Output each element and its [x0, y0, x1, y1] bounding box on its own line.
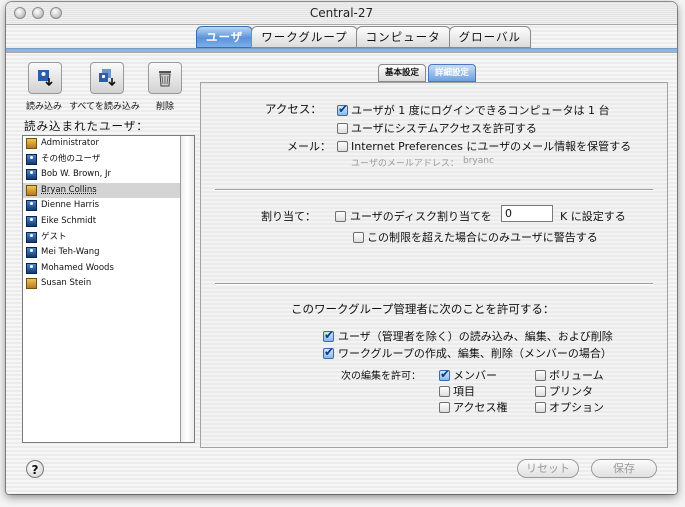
help-button[interactable]: ? — [26, 460, 44, 478]
user-name: Administrator — [41, 138, 99, 148]
user-icon — [26, 153, 37, 165]
user-icon — [26, 200, 37, 212]
workgroup-admin-heading: このワークグループ管理者に次のことを許可する： — [291, 302, 555, 316]
separator — [215, 283, 653, 285]
printers-checkbox[interactable] — [535, 386, 546, 397]
user-list-item[interactable]: ゲスト — [23, 230, 194, 246]
user-list-item[interactable]: Administrator — [23, 136, 194, 152]
tab-advanced-settings[interactable]: 詳細設定 — [428, 64, 477, 82]
edit-users-label: ユーザ（管理者を除く）の読み込み、編集、および削除 — [338, 330, 613, 343]
options-checkbox[interactable] — [535, 402, 546, 413]
user-name: Eike Schmidt — [41, 215, 97, 226]
main-tabs: ユーザ ワークグループ コンピュータ グローバル — [196, 26, 532, 48]
user-list-item[interactable]: その他のユーザ — [23, 152, 194, 168]
access-privileges-label: アクセス権 — [453, 401, 508, 414]
members-checkbox[interactable] — [439, 367, 450, 381]
user-list-scrollbar[interactable] — [180, 136, 194, 442]
members-label: メンバー — [453, 369, 497, 382]
load-all-label: すべてを読み込み — [69, 102, 140, 112]
delete-button[interactable] — [148, 62, 182, 94]
mail-label: メール： — [287, 140, 331, 153]
printers-label: プリンタ — [549, 385, 593, 398]
user-name: Mohamed Woods — [41, 262, 114, 273]
store-mail-info-label: Internet Preferences にユーザのメール情報を保管する — [351, 140, 632, 153]
user-list-item[interactable]: Bob W. Brown, Jr — [23, 167, 194, 183]
admin-icon — [26, 138, 37, 149]
store-mail-info-checkbox[interactable] — [337, 141, 348, 152]
tab-users[interactable]: ユーザ — [196, 26, 254, 48]
items-label: 項目 — [453, 385, 475, 398]
user-name: その他のユーザ — [41, 153, 101, 164]
tab-basic-settings[interactable]: 基本設定 — [378, 64, 427, 82]
volumes-label: ボリューム — [549, 369, 604, 382]
separator — [215, 189, 653, 191]
tab-global[interactable]: グローバル — [448, 26, 532, 48]
user-list-item[interactable]: Eike Schmidt — [23, 214, 194, 230]
user-list-item[interactable]: Mei Teh-Wang — [23, 245, 194, 261]
load-button[interactable] — [28, 62, 62, 94]
user-icon — [26, 231, 37, 243]
quota-label: 割り当て： — [261, 210, 316, 223]
load-label: 読み込み — [26, 102, 63, 112]
tab-computers[interactable]: コンピュータ — [355, 26, 451, 48]
user-list-item[interactable]: Mohamed Woods — [23, 261, 194, 277]
user-list-item[interactable]: Susan Stein — [23, 276, 194, 292]
edit-workgroups-label: ワークグループの作成、編集、削除（メンバーの場合） — [338, 347, 612, 360]
window-title: Central-27 — [309, 6, 374, 20]
system-access-checkbox[interactable] — [337, 123, 348, 134]
disk-quota-checkbox[interactable] — [335, 211, 346, 222]
user-name: ゲスト — [41, 231, 67, 242]
edit-users-checkbox[interactable] — [323, 328, 334, 342]
quota-warn-checkbox[interactable] — [353, 232, 364, 243]
user-name: Dienne Harris — [41, 200, 100, 211]
disk-quota-label: ユーザのディスク割り当てを — [350, 210, 492, 223]
user-list[interactable]: Administrator その他のユーザ Bob W. Brown, Jr Brya… — [22, 135, 195, 443]
load-all-users-icon — [99, 69, 116, 87]
items-checkbox[interactable] — [439, 386, 450, 397]
options-label: オプション — [549, 401, 604, 414]
allow-edit-label: 次の編集を許可： — [341, 371, 421, 382]
one-computer-checkbox[interactable] — [337, 102, 348, 116]
user-icon — [26, 169, 37, 181]
disk-quota-suffix: K に設定する — [560, 210, 626, 223]
user-name: Bob W. Brown, Jr — [41, 169, 112, 180]
system-access-label: ユーザにシステムアクセスを許可する — [351, 122, 537, 135]
quota-warn-label: この制限を超えた場合にのみユーザに警告する — [367, 231, 598, 244]
mail-address-value: bryanc — [463, 156, 494, 166]
disk-quota-field[interactable]: 0 — [501, 205, 553, 222]
user-list-item[interactable]: Bryan Collins — [23, 182, 194, 199]
access-label: アクセス： — [265, 102, 322, 116]
user-name: Bryan Collins — [41, 184, 97, 195]
edit-workgroups-checkbox[interactable] — [323, 345, 334, 359]
user-icon — [26, 262, 37, 274]
loaded-users-label: 読み込まれたユーザ： — [24, 119, 149, 133]
user-icon — [26, 215, 37, 227]
trash-icon — [159, 71, 171, 87]
delete-label: 削除 — [156, 102, 175, 112]
access-privileges-checkbox[interactable] — [439, 402, 450, 413]
advanced-settings-panel: アクセス： ユーザが 1 度にログインできるコンピュータは 1 台 ユーザにシス… — [200, 82, 668, 448]
user-list-item[interactable]: Dienne Harris — [23, 198, 194, 214]
user-name: Mei Teh-Wang — [41, 247, 100, 258]
title-bar: Central-27 — [6, 2, 677, 25]
user-name: Susan Stein — [41, 278, 92, 289]
app-window: Central-27 ユーザ ワークグループ コンピュータ グローバル 読み込み… — [6, 2, 677, 494]
revert-button[interactable]: リセット — [517, 459, 579, 478]
mail-address-label: ユーザのメールアドレス： — [351, 159, 459, 169]
admin-icon — [26, 278, 37, 290]
tab-divider — [6, 48, 677, 53]
settings-subtabs: 基本設定 詳細設定 — [378, 64, 478, 82]
load-user-icon — [38, 70, 53, 87]
save-button[interactable]: 保存 — [591, 459, 657, 478]
load-all-button[interactable] — [90, 62, 124, 94]
user-icon — [26, 247, 37, 259]
tab-workgroups[interactable]: ワークグループ — [251, 26, 358, 48]
admin-icon — [26, 184, 37, 196]
volumes-checkbox[interactable] — [535, 370, 546, 381]
one-computer-label: ユーザが 1 度にログインできるコンピュータは 1 台 — [351, 104, 610, 117]
